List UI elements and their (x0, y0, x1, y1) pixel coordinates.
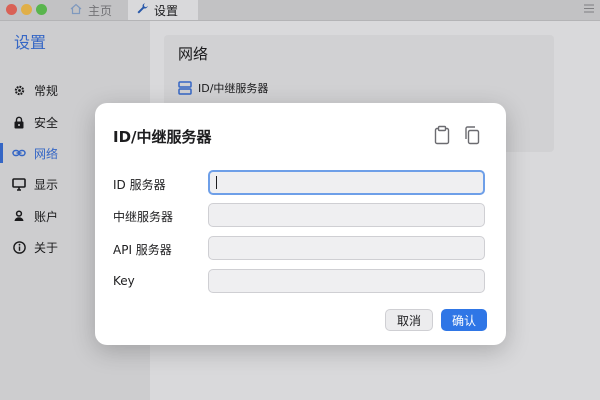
text-caret (216, 176, 217, 189)
id-server-input[interactable] (208, 170, 485, 195)
relay-server-label: 中继服务器 (113, 210, 174, 224)
key-label: Key (113, 274, 135, 288)
dialog-title: ID/中继服务器 (113, 128, 212, 146)
key-input[interactable] (208, 269, 485, 293)
paste-icon[interactable] (433, 125, 451, 145)
relay-server-input[interactable] (208, 203, 485, 227)
copy-icon[interactable] (463, 125, 481, 145)
api-server-input[interactable] (208, 236, 485, 260)
cancel-button[interactable]: 取消 (385, 309, 433, 331)
id-relay-server-dialog: ID/中继服务器 ID 服务器 中继服务器 API 服务器 Key 取消 确认 (95, 103, 506, 345)
api-server-label: API 服务器 (113, 243, 172, 257)
app-window: 主页 设置 设置 常规 安全 网络 显示 账户 关于 网络 ID/中继服务器 I… (0, 0, 600, 400)
id-server-label: ID 服务器 (113, 178, 166, 192)
confirm-button[interactable]: 确认 (441, 309, 487, 331)
